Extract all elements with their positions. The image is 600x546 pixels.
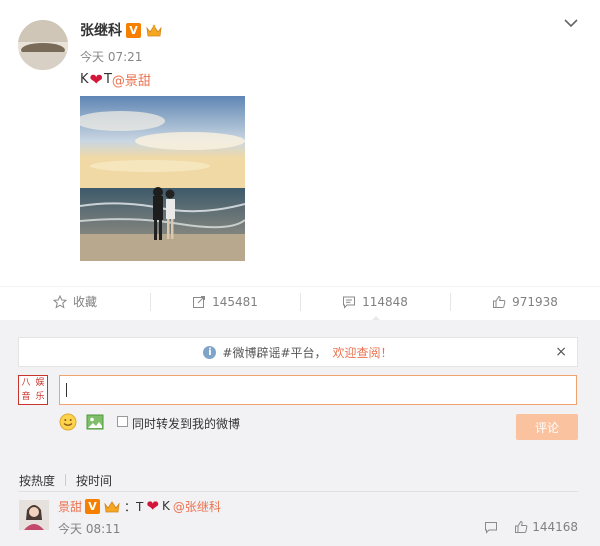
chevron-down-icon[interactable]: [562, 14, 580, 32]
like-count: 971938: [512, 294, 558, 309]
reply-like-button[interactable]: 144168: [514, 520, 578, 534]
content-text-k: K: [80, 72, 89, 87]
post-action-bar: 收藏 145481 114848 971938: [0, 286, 600, 322]
heart-icon: ❤: [146, 497, 159, 515]
reply-text-t: ：T: [124, 499, 144, 514]
reply-like-count: 144168: [532, 520, 578, 534]
notice-text: #微博辟谣#平台，: [222, 345, 327, 360]
like-button[interactable]: 971938: [450, 287, 600, 316]
repost-button[interactable]: 145481: [150, 287, 300, 316]
author-info: 张继科 V: [80, 20, 163, 40]
submit-comment-button[interactable]: 评论: [516, 414, 578, 440]
avatar-char-2: 娱: [35, 378, 45, 388]
post-time[interactable]: 今天 07:21: [80, 48, 142, 65]
reply-actions: 144168: [484, 520, 578, 534]
repost-icon: [193, 295, 206, 308]
content-text-t: T: [103, 72, 112, 87]
favorite-label: 收藏: [72, 295, 97, 309]
avatar-char-4: 乐: [35, 392, 45, 402]
comment-section: i #微博辟谣#平台， 欢迎查阅！ × 八 娱 音 乐 同时转发到我的微博 评论…: [0, 320, 600, 546]
repost-checkbox-label: 同时转发到我的微博: [132, 417, 241, 431]
sort-by-hot-tab[interactable]: 按热度: [19, 472, 55, 489]
comment-sort: 按热度 按时间: [19, 472, 112, 489]
reply-text-k: K: [161, 499, 170, 513]
avatar-char-3: 音: [21, 392, 31, 402]
reply-comment-button[interactable]: [484, 521, 498, 534]
comment-input[interactable]: [59, 375, 577, 405]
repost-count: 145481: [212, 294, 258, 309]
avatar-char-1: 八: [21, 378, 31, 388]
like-icon: [493, 295, 506, 308]
crown-icon: [145, 23, 163, 38]
reply-author-name[interactable]: 景甜: [58, 498, 82, 515]
divider: [18, 491, 578, 492]
favorite-button[interactable]: 收藏: [0, 287, 150, 316]
mention-link[interactable]: @景甜: [112, 70, 151, 89]
weibo-post: 张继科 V 今天 07:21 K ❤ T @景甜: [0, 0, 600, 286]
author-name[interactable]: 张继科: [80, 20, 122, 40]
sort-divider: [65, 474, 67, 486]
crown-icon: [103, 499, 121, 514]
reply-content: 景甜 V ：T ❤ K @张继科: [58, 497, 221, 515]
emoji-icon[interactable]: [59, 413, 77, 431]
reply-time: 今天 08:11: [58, 522, 121, 536]
like-icon: [515, 520, 528, 533]
post-content: K ❤ T @景甜: [80, 70, 151, 89]
info-icon: i: [203, 345, 217, 359]
comment-button[interactable]: 114848: [300, 287, 450, 322]
rumor-notice-bar: i #微博辟谣#平台， 欢迎查阅！ ×: [18, 337, 578, 367]
current-user-avatar[interactable]: 八 娱 音 乐: [18, 375, 48, 405]
image-icon[interactable]: [86, 414, 104, 430]
star-icon: [52, 294, 67, 309]
sort-by-time-tab[interactable]: 按时间: [76, 472, 112, 489]
notice-link[interactable]: 欢迎查阅！: [333, 344, 393, 361]
verified-icon: V: [85, 498, 101, 514]
comment-count: 114848: [362, 294, 408, 309]
heart-icon: ❤: [89, 70, 103, 89]
close-icon[interactable]: ×: [555, 344, 567, 360]
comment-icon: [343, 296, 356, 309]
verified-icon: V: [126, 22, 141, 38]
reply-mention-link[interactable]: @张继科: [173, 498, 221, 515]
author-avatar[interactable]: [18, 20, 68, 70]
repost-checkbox[interactable]: [117, 416, 128, 427]
post-photo[interactable]: [80, 96, 245, 261]
comment-icon: [485, 521, 498, 534]
text-caret: [66, 383, 67, 397]
reply-avatar[interactable]: [19, 500, 49, 530]
